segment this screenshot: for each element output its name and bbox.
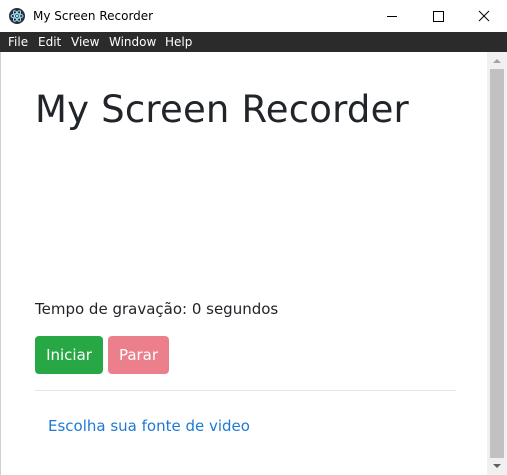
main-content: My Screen Recorder Tempo de gravação: 0 … [0, 52, 487, 475]
close-button[interactable] [461, 0, 507, 32]
menu-view[interactable]: View [71, 35, 99, 49]
menu-file[interactable]: File [8, 35, 28, 49]
page-title: My Screen Recorder [35, 88, 409, 131]
minimize-button[interactable] [369, 0, 415, 32]
menu-edit[interactable]: Edit [38, 35, 61, 49]
menu-window[interactable]: Window [109, 35, 156, 49]
app-window: My Screen Recorder File Edit View Window… [0, 0, 507, 475]
arrow-up-icon [493, 59, 501, 63]
minimize-icon [387, 16, 397, 17]
window-title: My Screen Recorder [33, 9, 154, 23]
stop-button[interactable]: Parar [108, 336, 169, 374]
maximize-icon [433, 11, 444, 22]
maximize-button[interactable] [415, 0, 461, 32]
electron-icon [9, 8, 25, 24]
scrollbar-thumb[interactable] [490, 69, 504, 458]
divider [35, 390, 456, 391]
menu-help[interactable]: Help [165, 35, 192, 49]
close-icon [478, 10, 490, 22]
title-bar[interactable]: My Screen Recorder [0, 0, 507, 32]
start-button[interactable]: Iniciar [35, 336, 103, 374]
vertical-scrollbar[interactable] [487, 52, 507, 475]
scroll-down-button[interactable] [487, 458, 507, 475]
arrow-down-icon [493, 464, 501, 468]
video-source-link[interactable]: Escolha sua fonte de video [48, 416, 250, 436]
recording-time-label: Tempo de gravação: 0 segundos [35, 300, 279, 318]
menu-bar: File Edit View Window Help [0, 32, 507, 52]
scroll-up-button[interactable] [487, 52, 507, 69]
